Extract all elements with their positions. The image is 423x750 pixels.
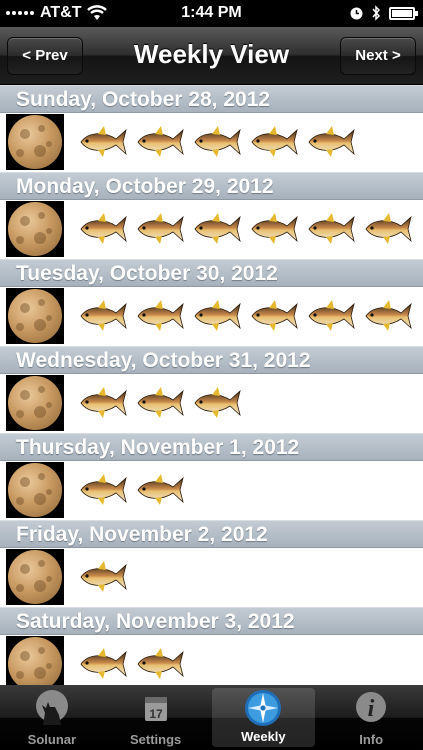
tab-info[interactable]: i Info bbox=[319, 685, 423, 750]
day-row[interactable] bbox=[0, 374, 423, 433]
fish-icon bbox=[78, 296, 129, 336]
moon-image bbox=[8, 115, 62, 169]
day-header: Thursday, November 1, 2012 bbox=[0, 433, 423, 461]
fish-icon bbox=[78, 209, 129, 249]
fish-icon bbox=[363, 296, 414, 336]
moon-image bbox=[8, 376, 62, 430]
fish-rating bbox=[78, 209, 414, 249]
compass-icon bbox=[245, 690, 282, 726]
day-row[interactable] bbox=[0, 200, 423, 259]
battery-level bbox=[392, 9, 412, 17]
moon-phase-icon bbox=[6, 462, 64, 518]
moon-phase-icon bbox=[6, 375, 64, 431]
day-header: Friday, November 2, 2012 bbox=[0, 520, 423, 548]
fish-icon bbox=[192, 122, 243, 162]
moon-image bbox=[8, 289, 62, 343]
wolf-moon-icon bbox=[35, 690, 68, 725]
fish-icon bbox=[135, 470, 186, 510]
fish-icon bbox=[192, 296, 243, 336]
fish-icon bbox=[306, 122, 357, 162]
moon-image bbox=[8, 463, 62, 517]
info-glyph: i bbox=[368, 696, 375, 722]
fish-rating bbox=[78, 383, 243, 423]
tab-weekly[interactable]: Weekly bbox=[211, 688, 316, 747]
fish-rating bbox=[78, 470, 186, 510]
day-row[interactable] bbox=[0, 113, 423, 172]
moon-image bbox=[8, 637, 62, 691]
tab-bar: Solunar 17 Settings Weekly i Info bbox=[0, 685, 423, 750]
tab-label: Info bbox=[359, 732, 384, 747]
tab-label: Weekly bbox=[241, 729, 286, 744]
day-header: Monday, October 29, 2012 bbox=[0, 172, 423, 200]
next-button[interactable]: Next > bbox=[340, 37, 416, 75]
tab-label: Solunar bbox=[27, 732, 77, 747]
fish-icon bbox=[135, 122, 186, 162]
tab-solunar[interactable]: Solunar bbox=[0, 685, 104, 750]
day-header: Tuesday, October 30, 2012 bbox=[0, 259, 423, 287]
fish-icon bbox=[78, 122, 129, 162]
fish-icon bbox=[135, 296, 186, 336]
moon-phase-icon bbox=[6, 114, 64, 170]
moon-phase-icon bbox=[6, 288, 64, 344]
moon-phase-icon bbox=[6, 201, 64, 257]
fish-icon bbox=[78, 557, 129, 597]
fish-icon bbox=[306, 209, 357, 249]
calendar-icon: 17 bbox=[144, 697, 167, 721]
tab-settings[interactable]: 17 Settings bbox=[104, 685, 208, 750]
fish-rating bbox=[78, 296, 414, 336]
moon-phase-icon bbox=[6, 636, 64, 692]
clock-icon bbox=[350, 7, 363, 19]
day-row[interactable] bbox=[0, 461, 423, 520]
day-header: Sunday, October 28, 2012 bbox=[0, 85, 423, 113]
fish-icon bbox=[135, 644, 186, 684]
fish-icon bbox=[78, 383, 129, 423]
fish-icon bbox=[249, 209, 300, 249]
fish-icon bbox=[363, 209, 414, 249]
day-row[interactable] bbox=[0, 548, 423, 607]
fish-icon bbox=[192, 209, 243, 249]
fish-rating bbox=[78, 557, 129, 597]
status-right bbox=[350, 5, 418, 21]
calendar-day-text: 17 bbox=[149, 707, 163, 721]
fish-icon bbox=[249, 122, 300, 162]
day-header: Wednesday, October 31, 2012 bbox=[0, 346, 423, 374]
tab-label: Settings bbox=[129, 732, 182, 747]
bluetooth-icon bbox=[372, 5, 381, 21]
info-icon: i bbox=[356, 692, 387, 722]
moon-image bbox=[8, 550, 62, 604]
moon-image bbox=[8, 202, 62, 256]
fish-icon bbox=[135, 209, 186, 249]
battery-icon bbox=[389, 6, 418, 20]
status-bar: AT&T 1:44 PM bbox=[0, 0, 423, 27]
day-header: Saturday, November 3, 2012 bbox=[0, 607, 423, 635]
fish-icon bbox=[135, 383, 186, 423]
fish-icon bbox=[249, 296, 300, 336]
fish-icon bbox=[192, 383, 243, 423]
weekly-day-list[interactable]: Sunday, October 28, 2012 Monday, October … bbox=[0, 85, 423, 694]
fish-icon bbox=[78, 470, 129, 510]
fish-rating bbox=[78, 122, 357, 162]
navigation-bar: < Prev Weekly View Next > bbox=[0, 27, 423, 85]
fish-rating bbox=[78, 644, 186, 684]
fish-icon bbox=[78, 644, 129, 684]
day-row[interactable] bbox=[0, 287, 423, 346]
fish-icon bbox=[306, 296, 357, 336]
moon-phase-icon bbox=[6, 549, 64, 605]
